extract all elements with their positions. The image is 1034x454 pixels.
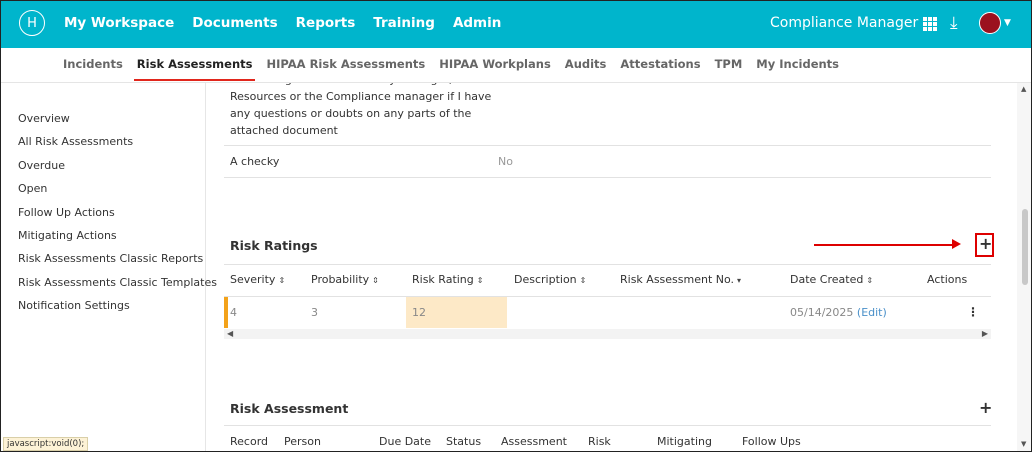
divider <box>224 296 991 297</box>
sidebar-item-classic-reports[interactable]: Risk Assessments Classic Reports <box>18 252 203 265</box>
scroll-up-icon[interactable]: ▲ <box>1021 85 1026 93</box>
app-window: H My Workspace Documents Reports Trainin… <box>0 0 1032 452</box>
col-actions: Actions <box>927 273 968 286</box>
avatar[interactable] <box>979 12 1001 34</box>
edit-link[interactable]: (Edit) <box>857 306 887 319</box>
col-mitigating[interactable]: Mitigating <box>657 435 712 448</box>
status-bar-url: javascript:void(0); <box>3 437 89 451</box>
add-risk-assessment-plus-icon[interactable]: + <box>979 398 992 417</box>
col-assessment[interactable]: Assessment <box>501 435 567 448</box>
nav-reports[interactable]: Reports <box>296 15 356 31</box>
question-agree-text: I further agree to talk with my manager,… <box>230 83 495 137</box>
main-content: I further agree to talk with my manager,… <box>206 83 1017 451</box>
nav-admin[interactable]: Admin <box>453 15 501 31</box>
date-created-value: 05/14/2025 <box>790 306 854 319</box>
risk-ratings-title: Risk Ratings <box>230 238 318 253</box>
divider <box>224 177 991 178</box>
risk-assessment-title: Risk Assessment <box>230 401 349 416</box>
grid-icon[interactable] <box>923 17 937 31</box>
annotation-arrow-head <box>952 239 961 249</box>
col-date-created[interactable]: Date Created ⇕ <box>790 273 873 286</box>
sidebar-item-classic-templates[interactable]: Risk Assessments Classic Templates <box>18 276 217 289</box>
divider <box>224 145 991 146</box>
download-icon[interactable]: ⤓ <box>950 13 958 33</box>
col-due-date[interactable]: Due Date <box>379 435 431 448</box>
tab-hipaa-workplans[interactable]: HIPAA Workplans <box>439 57 551 71</box>
sub-nav: Incidents Risk Assessments HIPAA Risk As… <box>1 48 1031 83</box>
col-record[interactable]: Record <box>230 435 268 448</box>
add-risk-rating-plus-icon[interactable]: + <box>979 234 992 253</box>
sidebar: Overview All Risk Assessments Overdue Op… <box>1 83 217 451</box>
severity-marker <box>224 297 228 328</box>
main-nav: My Workspace Documents Reports Training … <box>64 15 501 31</box>
vertical-scrollbar[interactable]: ▲ ▼ <box>1017 83 1031 451</box>
scroll-right-icon[interactable]: ▶ <box>982 329 988 338</box>
horizontal-scrollbar[interactable]: ◀ ▶ <box>224 329 991 339</box>
cell-severity: 4 <box>230 306 237 319</box>
col-risk[interactable]: Risk <box>588 435 611 448</box>
col-person[interactable]: Person <box>284 435 321 448</box>
col-probability[interactable]: Probability ⇕ <box>311 273 379 286</box>
cell-date-created: 05/14/2025 (Edit) <box>790 306 887 319</box>
col-risk-assessment-no[interactable]: Risk Assessment No. ▾ <box>620 273 741 286</box>
sidebar-item-open[interactable]: Open <box>18 182 47 195</box>
question-agree-answer: No <box>498 83 513 86</box>
tab-hipaa-risk-assessments[interactable]: HIPAA Risk Assessments <box>266 57 425 71</box>
scroll-down-icon[interactable]: ▼ <box>1021 440 1026 448</box>
question-checky-answer: No <box>498 155 513 168</box>
col-risk-rating[interactable]: Risk Rating ⇕ <box>412 273 483 286</box>
sidebar-item-follow-up-actions[interactable]: Follow Up Actions <box>18 206 115 219</box>
sidebar-item-overview[interactable]: Overview <box>18 112 70 125</box>
sidebar-item-overdue[interactable]: Overdue <box>18 159 65 172</box>
tab-risk-assessments[interactable]: Risk Assessments <box>133 57 256 81</box>
annotation-arrow <box>814 244 954 246</box>
logo[interactable]: H <box>19 10 45 36</box>
scrollbar-thumb[interactable] <box>1022 209 1028 285</box>
tab-attestations[interactable]: Attestations <box>620 57 700 71</box>
tab-tpm[interactable]: TPM <box>715 57 743 71</box>
tab-my-incidents[interactable]: My Incidents <box>756 57 839 71</box>
chevron-down-icon[interactable]: ▼ <box>1004 18 1011 28</box>
col-status[interactable]: Status <box>446 435 481 448</box>
col-description[interactable]: Description ⇕ <box>514 273 586 286</box>
sidebar-item-notification-settings[interactable]: Notification Settings <box>18 299 130 312</box>
col-severity[interactable]: Severity ⇕ <box>230 273 285 286</box>
scroll-left-icon[interactable]: ◀ <box>227 329 233 338</box>
nav-documents[interactable]: Documents <box>192 15 277 31</box>
cell-risk-rating: 12 <box>412 306 426 319</box>
tab-audits[interactable]: Audits <box>565 57 607 71</box>
nav-training[interactable]: Training <box>373 15 435 31</box>
nav-my-workspace[interactable]: My Workspace <box>64 15 174 31</box>
sidebar-item-all-risk-assessments[interactable]: All Risk Assessments <box>18 135 133 148</box>
question-checky-label: A checky <box>230 155 280 168</box>
sidebar-item-mitigating-actions[interactable]: Mitigating Actions <box>18 229 117 242</box>
col-follow-ups[interactable]: Follow Ups <box>742 435 801 448</box>
more-actions-icon[interactable]: ⋮ <box>967 305 979 319</box>
divider <box>224 425 991 426</box>
divider <box>224 264 991 265</box>
cell-probability: 3 <box>311 306 318 319</box>
top-navbar: H My Workspace Documents Reports Trainin… <box>1 1 1031 48</box>
tab-incidents[interactable]: Incidents <box>63 57 123 71</box>
app-title: Compliance Manager <box>770 15 919 31</box>
